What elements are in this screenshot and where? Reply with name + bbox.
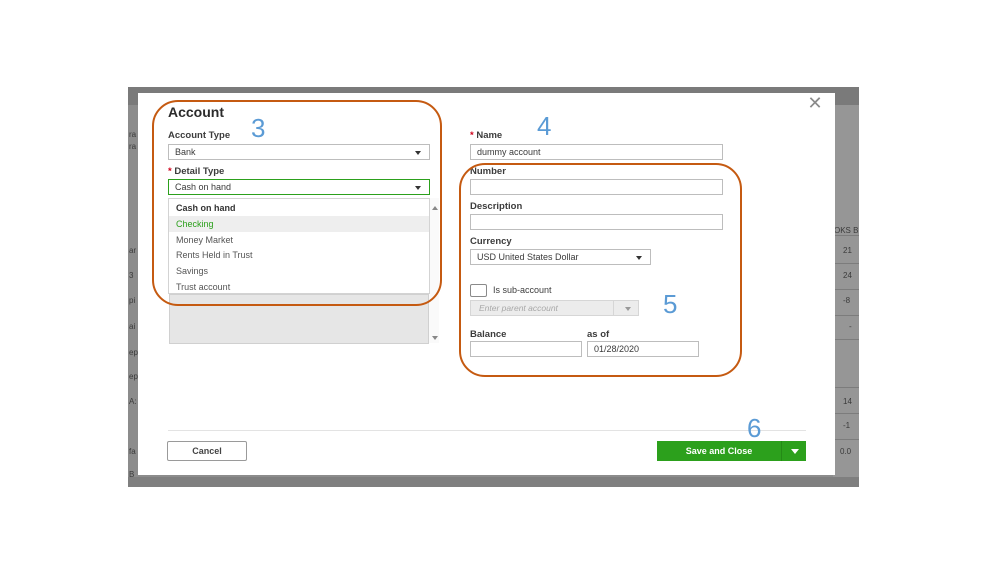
callout-number-6: 6 [747, 413, 762, 443]
background-text: B [129, 470, 135, 479]
background-text: fa [129, 447, 136, 456]
callout-outline-3 [152, 100, 442, 306]
background-text: 3 [129, 271, 134, 280]
callout-number-3: 3 [251, 113, 266, 143]
save-and-close-button[interactable]: Save and Close [657, 441, 781, 461]
background-value: -8 [843, 296, 851, 305]
background-text: ep [129, 348, 138, 357]
background-text: ai [129, 322, 136, 331]
background-text: ra [129, 130, 137, 139]
callout-number-4: 4 [537, 111, 552, 141]
chevron-down-icon [791, 449, 799, 454]
background-row-divider [833, 289, 859, 290]
close-icon[interactable]: ✕ [806, 94, 824, 112]
background-text: ep [129, 372, 138, 381]
name-label-text: Name [476, 130, 503, 141]
required-marker: * [470, 130, 474, 141]
scroll-down-icon[interactable] [432, 336, 438, 340]
background-value: 21 [843, 246, 852, 255]
background-value: 14 [843, 397, 852, 406]
background-row-divider [833, 263, 859, 264]
screenshot-stage: ra ra ar 3 pi ai ep ep A: fa B OKS B 21 … [0, 0, 999, 562]
cancel-button[interactable]: Cancel [167, 441, 247, 461]
background-value: -1 [843, 421, 851, 430]
background-row-divider [833, 439, 859, 440]
background-row-divider [833, 413, 859, 414]
background-row-divider [833, 387, 859, 388]
callout-outline-5 [459, 163, 742, 377]
background-value: 24 [843, 271, 852, 280]
callout-number-5: 5 [663, 289, 678, 319]
name-input[interactable]: dummy account [470, 144, 723, 160]
background-text: pi [129, 296, 136, 305]
background-row-divider [833, 339, 859, 340]
background-row-divider [833, 315, 859, 316]
background-text: ra [129, 142, 137, 151]
footer-divider [168, 430, 806, 431]
background-row-divider [833, 235, 859, 236]
background-value: 0.0 [840, 447, 852, 456]
background-bottom-bar [128, 477, 859, 487]
background-text: ar [129, 246, 137, 255]
background-text: A: [129, 397, 137, 406]
save-options-dropdown-button[interactable] [781, 441, 806, 461]
background-column-header: OKS B [834, 226, 859, 235]
name-label: * Name [470, 130, 502, 141]
background-value: - [849, 322, 852, 331]
